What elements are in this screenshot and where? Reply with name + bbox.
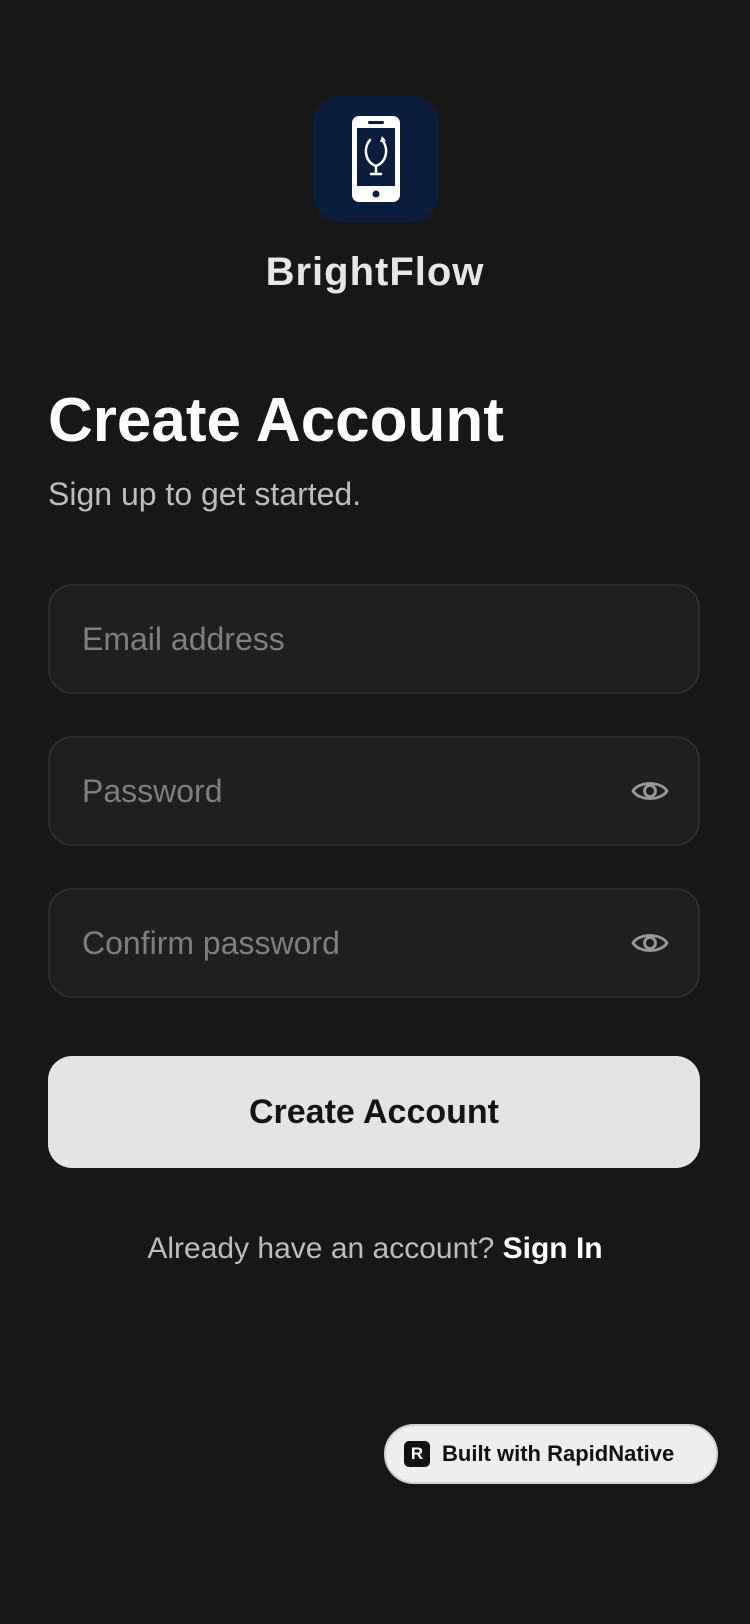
signin-prompt: Already have an account? Sign In [0, 1232, 750, 1266]
page-subtitle: Sign up to get started. [48, 476, 362, 512]
built-with-badge[interactable]: R Built with RapidNative [384, 1424, 718, 1484]
password-visibility-toggle[interactable] [630, 771, 670, 811]
app-name: BrightFlow [265, 250, 485, 294]
create-account-button[interactable]: Create Account [48, 1056, 700, 1168]
password-input[interactable] [82, 738, 622, 844]
signin-prompt-text: Already have an account? [147, 1232, 495, 1265]
email-input[interactable] [82, 586, 622, 692]
confirm-password-visibility-toggle[interactable] [630, 923, 670, 963]
eye-icon [631, 934, 669, 952]
eye-icon [631, 782, 669, 800]
sign-in-link[interactable]: Sign In [503, 1232, 603, 1265]
password-field[interactable] [48, 736, 700, 846]
app-logo [313, 96, 439, 222]
email-field[interactable] [48, 584, 700, 694]
page-title: Create Account [48, 386, 504, 455]
confirm-password-field[interactable] [48, 888, 700, 998]
rapidnative-logo-icon: R [404, 1441, 430, 1467]
confirm-password-input[interactable] [82, 890, 622, 996]
phone-icon [352, 116, 400, 202]
badge-label: Built with RapidNative [442, 1441, 675, 1466]
